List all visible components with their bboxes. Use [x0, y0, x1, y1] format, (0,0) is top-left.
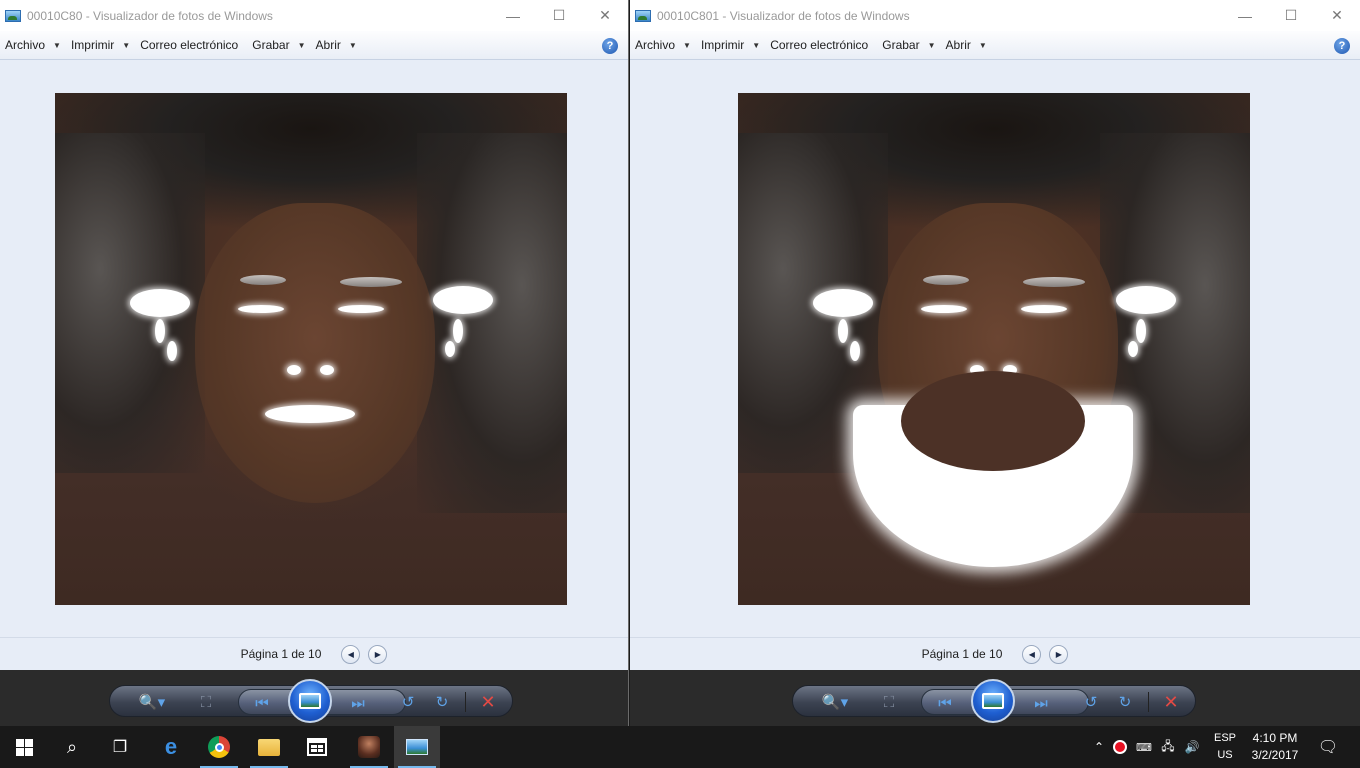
rotate-left-icon[interactable]: ↺: [1077, 686, 1105, 718]
rotate-left-icon[interactable]: ↺: [394, 686, 422, 718]
menu-bar: Archivo ▼ Imprimir ▼ Correo electrónico Gr…: [630, 31, 1360, 60]
close-button[interactable]: ✕: [1314, 0, 1360, 31]
page-label: Página 1 de 10: [240, 647, 322, 661]
next-page-button[interactable]: ▶: [368, 644, 388, 664]
menu-grabar[interactable]: Grabar ▼: [247, 31, 310, 60]
chrome-icon[interactable]: [196, 726, 242, 768]
slideshow-icon: [299, 693, 321, 709]
task-view-icon[interactable]: ❐: [96, 726, 144, 768]
menu-archivo[interactable]: Archivo ▼: [0, 31, 66, 60]
rotate-right-icon[interactable]: ↻: [428, 686, 456, 718]
search-icon[interactable]: ⌕: [48, 726, 96, 768]
minimize-button[interactable]: —: [1222, 0, 1268, 31]
clock[interactable]: 4:10 PM 3/2/2017: [1244, 726, 1306, 768]
chevron-up-icon[interactable]: ⌃: [1090, 740, 1108, 754]
viewer-controls: 🔍▾ ⛶ ⏮ ⏭ ↺ ↻ ✕: [0, 670, 628, 726]
chevron-down-icon: ▼: [752, 40, 761, 50]
title-bar[interactable]: 00010C80 - Visualizador de fotos de Wind…: [0, 0, 628, 31]
slideshow-button[interactable]: [971, 679, 1015, 723]
delete-icon[interactable]: ✕: [1157, 686, 1185, 718]
window-title: 00010C801 - Visualizador de fotos de Win…: [657, 8, 910, 23]
language-indicator[interactable]: ESP US: [1208, 726, 1242, 768]
magnifier-icon[interactable]: 🔍▾: [134, 686, 170, 718]
start-button[interactable]: [0, 726, 48, 768]
volume-icon[interactable]: 🔊: [1180, 740, 1204, 754]
menu-correo[interactable]: Correo electrónico: [135, 31, 243, 60]
menu-imprimir[interactable]: Imprimir ▼: [66, 31, 135, 60]
viewer-controls: 🔍▾ ⛶ ⏮ ⏭ ↺ ↻ ✕: [630, 670, 1360, 726]
page-navigation: Página 1 de 10 ◀ ▶: [630, 637, 1360, 670]
photo-viewer-window-1: 00010C80 - Visualizador de fotos de Wind…: [0, 0, 629, 726]
page-label: Página 1 de 10: [921, 647, 1003, 661]
input-method-icon[interactable]: ⌨: [1132, 741, 1156, 754]
menu-archivo[interactable]: Archivo ▼: [630, 31, 696, 60]
chevron-down-icon: ▼: [297, 40, 306, 50]
notifications-icon[interactable]: 🗨: [1312, 726, 1344, 768]
photo-viewer-taskbar-icon[interactable]: [394, 726, 440, 768]
next-page-button[interactable]: ▶: [1049, 644, 1069, 664]
game-icon[interactable]: [346, 726, 392, 768]
date: 3/2/2017: [1251, 748, 1299, 762]
chevron-down-icon: ▼: [348, 40, 357, 50]
chevron-down-icon: ▼: [683, 40, 691, 50]
menu-abrir[interactable]: Abrir ▼: [941, 31, 992, 60]
file-explorer-icon[interactable]: [246, 726, 292, 768]
chevron-down-icon: ▼: [978, 40, 987, 50]
network-icon[interactable]: 🖧: [1156, 737, 1180, 758]
next-icon[interactable]: ⏭: [343, 687, 373, 719]
time: 4:10 PM: [1252, 731, 1298, 745]
image-viewport: [630, 60, 1360, 637]
rotate-right-icon[interactable]: ↻: [1111, 686, 1139, 718]
close-button[interactable]: ✕: [582, 0, 628, 31]
chevron-down-icon: ▼: [53, 40, 61, 50]
photo-viewer-window-2: 00010C801 - Visualizador de fotos de Win…: [630, 0, 1360, 726]
slideshow-button[interactable]: [288, 679, 332, 723]
menu-correo[interactable]: Correo electrónico: [765, 31, 873, 60]
window-title: 00010C80 - Visualizador de fotos de Wind…: [27, 8, 273, 23]
controls-pill: 🔍▾ ⛶ ⏮ ⏭ ↺ ↻ ✕: [792, 679, 1196, 723]
minimize-button[interactable]: —: [490, 0, 536, 31]
image-viewport: [0, 60, 628, 637]
photo-viewer-icon: [635, 9, 651, 22]
actual-size-icon[interactable]: ⛶: [875, 686, 903, 718]
magnifier-icon[interactable]: 🔍▾: [817, 686, 853, 718]
photo-viewer-icon: [5, 9, 21, 22]
controls-pill: 🔍▾ ⛶ ⏮ ⏭ ↺ ↻ ✕: [109, 679, 513, 723]
page-navigation: Página 1 de 10 ◀ ▶: [0, 637, 628, 670]
system-tray: ⌃ ⌨ 🖧 🔊: [1090, 726, 1204, 768]
face-texture-image: [55, 93, 567, 605]
taskbar: ⌕ ❐ e ⌃ ⌨ 🖧 🔊 ESP US 4:10 PM 3/2/2017 🗨: [0, 726, 1360, 768]
windows-logo-icon: [15, 738, 33, 756]
chevron-down-icon: ▼: [927, 40, 936, 50]
maximize-button[interactable]: ☐: [536, 0, 582, 31]
chevron-down-icon: ▼: [122, 40, 131, 50]
actual-size-icon[interactable]: ⛶: [192, 686, 220, 718]
previous-icon[interactable]: ⏮: [247, 687, 277, 719]
record-icon[interactable]: [1108, 740, 1132, 754]
slideshow-icon: [982, 693, 1004, 709]
edge-icon[interactable]: e: [148, 726, 194, 768]
menu-grabar[interactable]: Grabar ▼: [877, 31, 940, 60]
previous-icon[interactable]: ⏮: [930, 687, 960, 719]
help-icon[interactable]: ?: [1334, 38, 1350, 54]
menu-bar: Archivo ▼ Imprimir ▼ Correo electrónico Gr…: [0, 31, 628, 60]
menu-imprimir[interactable]: Imprimir ▼: [696, 31, 765, 60]
help-icon[interactable]: ?: [602, 38, 618, 54]
store-icon[interactable]: [294, 726, 340, 768]
previous-page-button[interactable]: ◀: [341, 644, 361, 664]
previous-page-button[interactable]: ◀: [1022, 644, 1042, 664]
delete-icon[interactable]: ✕: [474, 686, 502, 718]
menu-abrir[interactable]: Abrir ▼: [311, 31, 362, 60]
next-icon[interactable]: ⏭: [1026, 687, 1056, 719]
title-bar[interactable]: 00010C801 - Visualizador de fotos de Win…: [630, 0, 1360, 31]
face-texture-image: [738, 93, 1250, 605]
maximize-button[interactable]: ☐: [1268, 0, 1314, 31]
